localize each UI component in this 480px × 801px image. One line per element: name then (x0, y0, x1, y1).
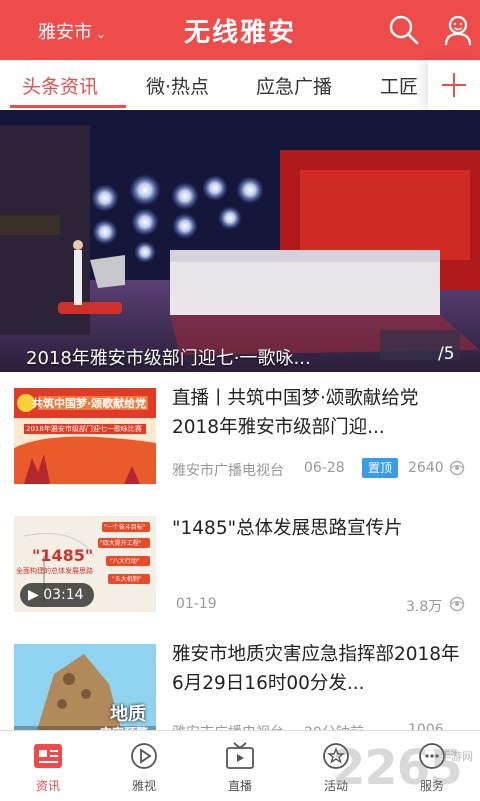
thumbnail-heading: 共筑中国梦·颂歌献给党 (32, 397, 147, 410)
nav-live-label: 直播 (227, 779, 252, 793)
tv-icon (226, 742, 254, 769)
nav-video-label: 雅视 (131, 779, 156, 793)
add-channel-button[interactable] (428, 60, 480, 110)
news-thumbnail: "1485" 全面构建的总体发展思路 "一个奋斗目标" "四大提升工程" "八大… (14, 516, 156, 612)
news-item[interactable]: 共筑中国梦·颂歌献给党 2018年雅安市级部门迎七一歌咏比赛 直播丨共筑中国梦·… (0, 372, 480, 491)
thumbnail-tag: "五大机制" (112, 576, 142, 583)
news-item[interactable]: "1485" 全面构建的总体发展思路 "一个奋斗目标" "四大提升工程" "八大… (0, 490, 480, 629)
news-thumbnail: 共筑中国梦·颂歌献给党 2018年雅安市级部门迎七一歌咏比赛 (14, 388, 156, 484)
news-thumbnail: 地质 灾害预警 (14, 644, 156, 740)
thumbnail-tag: "四大提升工程" (100, 540, 142, 547)
video-duration: ▶ 03:14 (20, 583, 94, 607)
active-tab-indicator (10, 105, 126, 108)
news-title: 直播丨共筑中国梦·颂歌献给党 2018年雅安市级部门迎... (172, 388, 419, 438)
tab-hot-topics[interactable]: 微·热点 (146, 72, 209, 99)
category-tabs: 头条资讯 微·热点 应急广播 工匠 (0, 60, 480, 111)
eye-icon (448, 460, 466, 480)
thumbnail-subheading: 2018年雅安市级部门迎七一歌咏比赛 (26, 425, 142, 433)
news-date: 06-28 (304, 460, 345, 476)
nav-news-label: 资讯 (35, 779, 60, 793)
nav-live[interactable]: 直播 (192, 731, 288, 801)
nav-video[interactable]: 雅视 (96, 731, 192, 801)
site-watermark-text: 手游网 (440, 750, 473, 763)
tab-craftsman[interactable]: 工匠 (380, 72, 418, 99)
thumbnail-tag: "八大行动" (110, 558, 140, 565)
eye-icon (448, 596, 466, 616)
app-header: 雅安市 ⌄ 无线雅安 (0, 0, 480, 60)
hero-caption: 2018年雅安市级部门迎七·一歌咏... (26, 348, 311, 369)
tab-emergency-broadcast[interactable]: 应急广播 (256, 72, 332, 99)
view-count: 2640 (408, 460, 444, 476)
thumbnail-heading: 地质 (110, 704, 146, 725)
thumbnail-heading: "1485" (32, 546, 94, 565)
news-item[interactable]: 地质 灾害预警 雅安市地质灾害应急指挥部2018年6月29日16时00分发...… (0, 628, 480, 741)
thumbnail-subheading: 全面构建的总体发展思路 (16, 567, 93, 575)
pinned-badge: 置顶 (362, 458, 399, 478)
search-icon[interactable] (388, 14, 420, 50)
news-title: 雅安市地质灾害应急指挥部2018年6月29日16时00分发... (172, 644, 460, 694)
play-circle-icon (131, 743, 157, 769)
tab-headlines[interactable]: 头条资讯 (22, 72, 98, 99)
thumbnail-tag: "一个奋斗目标" (104, 524, 146, 531)
play-icon: ▶ (28, 587, 39, 603)
user-profile-icon[interactable] (444, 14, 472, 50)
news-source: 雅安市广播电视台 (172, 463, 284, 479)
hero-carousel[interactable]: 2018年雅安市级部门迎七·一歌咏... /5 (0, 110, 480, 372)
news-title: "1485"总体发展思路宣传片 (172, 518, 403, 539)
news-icon (34, 744, 62, 768)
news-date: 01-19 (176, 596, 217, 612)
hero-image (0, 110, 480, 372)
carousel-page-counter: /5 (438, 344, 455, 364)
duration-label: 03:14 (43, 587, 84, 603)
view-count: 3.8万 (406, 599, 443, 615)
nav-news[interactable]: 资讯 (0, 731, 96, 801)
